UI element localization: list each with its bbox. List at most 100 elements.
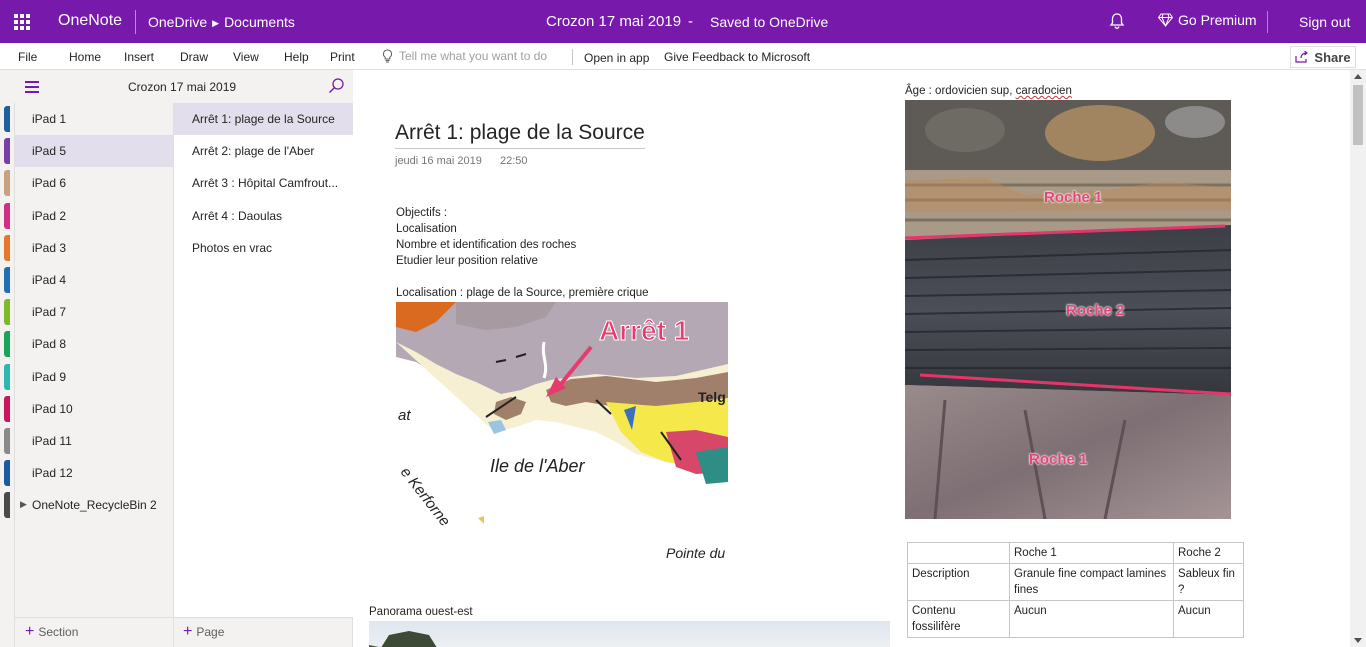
page-item[interactable]: Arrêt 2: plage de l'Aber bbox=[174, 135, 353, 167]
table-cell[interactable]: Aucun bbox=[1009, 600, 1174, 638]
section-item[interactable]: iPad 8 bbox=[4, 328, 173, 360]
add-page-button[interactable]: + Page bbox=[183, 617, 224, 647]
location-line[interactable]: Localisation : plage de la Source, premi… bbox=[396, 287, 649, 299]
geology-map-image[interactable]: Arrêt 1 Telg at Ile de l'Aber e Kerforne… bbox=[396, 302, 728, 564]
scroll-up-arrow-icon[interactable] bbox=[1354, 74, 1362, 79]
open-in-app-button[interactable]: Open in app bbox=[584, 51, 649, 65]
hamburger-icon[interactable] bbox=[25, 81, 39, 93]
add-section-button[interactable]: + Section bbox=[25, 617, 78, 647]
page-item[interactable]: Photos en vrac bbox=[174, 232, 353, 264]
feedback-button[interactable]: Give Feedback to Microsoft bbox=[664, 50, 810, 64]
notebook-name[interactable]: Crozon 17 mai 2019 bbox=[128, 80, 236, 94]
share-icon bbox=[1295, 51, 1309, 63]
section-item[interactable]: iPad 4 bbox=[4, 264, 173, 296]
section-item[interactable]: iPad 3 bbox=[4, 232, 173, 264]
section-item[interactable]: iPad 1 bbox=[4, 103, 173, 135]
ribbon-divider bbox=[572, 49, 573, 65]
bell-icon[interactable] bbox=[1108, 12, 1126, 30]
table-cell[interactable]: Contenu fossilifère bbox=[907, 600, 1010, 638]
page-item[interactable]: Arrêt 4 : Daoulas bbox=[174, 200, 353, 232]
table-cell[interactable]: Description bbox=[907, 563, 1010, 601]
page-title[interactable]: Arrêt 1: plage de la Source bbox=[395, 121, 645, 149]
scroll-down-arrow-icon[interactable] bbox=[1354, 638, 1362, 643]
tab-view[interactable]: View bbox=[233, 50, 259, 64]
lightbulb-icon bbox=[382, 49, 393, 63]
note-line[interactable]: Etudier leur position relative bbox=[396, 255, 538, 267]
section-color-tab bbox=[4, 170, 10, 197]
breadcrumb-onedrive[interactable]: OneDrive bbox=[148, 14, 207, 30]
app-launcher-icon[interactable] bbox=[14, 14, 30, 30]
breadcrumb-documents[interactable]: Documents bbox=[224, 14, 295, 30]
section-label: iPad 11 bbox=[32, 433, 72, 448]
notebook-header: Crozon 17 mai 2019 bbox=[15, 70, 353, 103]
map-stop-label: Arrêt 1 bbox=[599, 315, 689, 346]
section-item[interactable]: iPad 5 bbox=[4, 135, 173, 168]
rock-comparison-table[interactable]: Roche 1 Roche 2 Description Granule fine… bbox=[907, 542, 1244, 638]
nav-footer-divider bbox=[173, 617, 174, 647]
section-item[interactable]: iPad 11 bbox=[4, 425, 173, 457]
section-label: iPad 3 bbox=[32, 240, 67, 255]
page-canvas[interactable]: Arrêt 1: plage de la Source jeudi 16 mai… bbox=[353, 70, 1350, 647]
vertical-scrollbar[interactable] bbox=[1350, 70, 1366, 647]
app-name[interactable]: OneNote bbox=[58, 12, 122, 30]
rock-outcrop-photo[interactable]: Roche 1 Roche 2 Roche 1 bbox=[905, 100, 1231, 519]
ribbon: File Home Insert Draw View Help Print Te… bbox=[0, 43, 1366, 70]
app-header: OneNote OneDrive ▶ Documents Crozon 17 mai… bbox=[0, 0, 1366, 43]
tab-insert[interactable]: Insert bbox=[124, 50, 154, 64]
page-item[interactable]: Arrêt 1: plage de la Source bbox=[174, 103, 353, 136]
section-item[interactable]: iPad 9 bbox=[4, 361, 173, 393]
tab-draw[interactable]: Draw bbox=[180, 50, 208, 64]
go-premium-button[interactable]: Go Premium bbox=[1158, 12, 1257, 28]
section-color-tab bbox=[4, 202, 10, 229]
go-premium-label: Go Premium bbox=[1178, 12, 1257, 28]
note-line[interactable]: Nombre et identification des roches bbox=[396, 239, 576, 251]
table-cell[interactable]: Sableux fin ? bbox=[1173, 563, 1244, 601]
chevron-right-icon: ▶ bbox=[212, 18, 220, 28]
section-label: OneNote_RecycleBin 2 bbox=[32, 498, 157, 513]
share-button[interactable]: Share bbox=[1290, 46, 1356, 68]
geology-map-graphic: Arrêt 1 Telg at Ile de l'Aber e Kerforne… bbox=[396, 302, 728, 564]
tab-help[interactable]: Help bbox=[284, 50, 309, 64]
section-label: iPad 9 bbox=[32, 369, 67, 384]
panorama-image[interactable] bbox=[369, 621, 890, 647]
table-cell[interactable]: Granule fine compact lamines fines bbox=[1009, 563, 1174, 601]
tell-me-placeholder: Tell me what you want to do bbox=[399, 49, 548, 63]
search-icon[interactable] bbox=[328, 77, 345, 94]
table-header-row: Roche 1 Roche 2 bbox=[907, 542, 1244, 564]
panorama-label[interactable]: Panorama ouest-est bbox=[369, 606, 473, 618]
section-color-tab bbox=[4, 234, 10, 261]
section-item[interactable]: iPad 2 bbox=[4, 200, 173, 232]
section-color-tab bbox=[4, 106, 10, 132]
sign-out-link[interactable]: Sign out bbox=[1299, 14, 1350, 30]
note-line[interactable]: Localisation bbox=[396, 223, 457, 235]
page-item[interactable]: Arrêt 3 : Hôpital Camfrout... bbox=[174, 167, 353, 199]
map-pointe-label: Pointe du bbox=[666, 545, 725, 561]
document-title[interactable]: Crozon 17 mai 2019 bbox=[546, 13, 681, 30]
add-section-label: Section bbox=[38, 625, 79, 639]
plus-icon: + bbox=[183, 623, 193, 640]
tab-file[interactable]: File bbox=[18, 50, 37, 64]
chevron-right-icon[interactable]: ▶ bbox=[20, 499, 27, 510]
table-row: Description Granule fine compact lamines… bbox=[907, 563, 1244, 601]
tell-me-search[interactable]: Tell me what you want to do bbox=[382, 49, 547, 63]
section-item[interactable]: iPad 7 bbox=[4, 296, 173, 328]
rock-label: Roche 1 bbox=[1044, 189, 1103, 206]
age-word: caradocien bbox=[1015, 85, 1072, 97]
section-item[interactable]: iPad 6 bbox=[4, 167, 173, 199]
scrollbar-thumb[interactable] bbox=[1353, 85, 1363, 145]
tab-print[interactable]: Print bbox=[330, 50, 355, 64]
section-label: iPad 1 bbox=[32, 112, 67, 127]
diamond-icon bbox=[1158, 13, 1173, 27]
table-cell[interactable] bbox=[907, 542, 1010, 564]
table-header-cell[interactable]: Roche 2 bbox=[1173, 542, 1244, 564]
breadcrumb: OneDrive ▶ Documents bbox=[148, 14, 295, 30]
section-item[interactable]: ▶ OneNote_RecycleBin 2 bbox=[4, 489, 173, 521]
section-item[interactable]: iPad 10 bbox=[4, 393, 173, 425]
section-item[interactable]: iPad 12 bbox=[4, 457, 173, 489]
table-header-cell[interactable]: Roche 1 bbox=[1009, 542, 1174, 564]
section-color-tab bbox=[4, 492, 10, 519]
age-label[interactable]: Âge : ordovicien sup, caradocien bbox=[905, 85, 1072, 97]
table-cell[interactable]: Aucun bbox=[1173, 600, 1244, 638]
tab-home[interactable]: Home bbox=[69, 50, 101, 64]
note-line[interactable]: Objectifs : bbox=[396, 207, 447, 219]
